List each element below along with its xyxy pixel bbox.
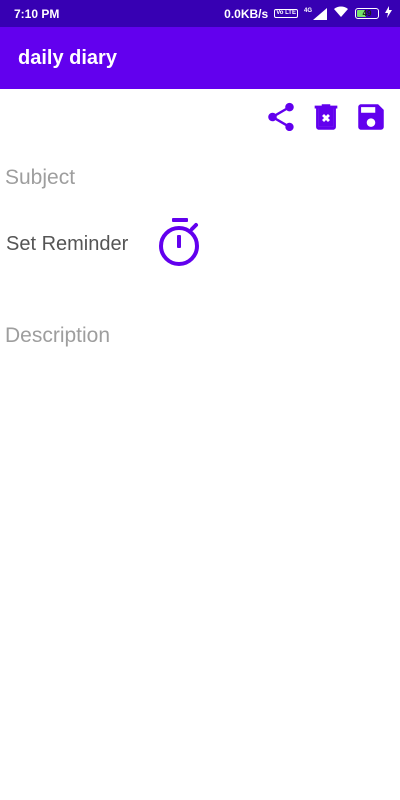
save-icon[interactable] [354, 100, 388, 134]
timer-icon[interactable] [156, 216, 204, 268]
volte-badge: Vo LTE [274, 9, 298, 18]
status-bar: 7:10 PM 0.0KB/s Vo LTE 4G 49 [0, 0, 400, 27]
delete-icon[interactable] [309, 100, 343, 134]
description-input[interactable]: Description [5, 324, 110, 348]
battery-level: 49 [362, 9, 372, 18]
app-bar: daily diary [0, 27, 400, 89]
wifi-icon [333, 6, 349, 21]
subject-input[interactable]: Subject [5, 166, 75, 190]
network-speed: 0.0KB/s [224, 6, 269, 21]
signal-badge: 4G [303, 7, 312, 14]
set-reminder-label: Set Reminder [6, 233, 129, 255]
status-time: 7:10 PM [14, 6, 60, 21]
status-indicators: 0.0KB/s Vo LTE 4G 49 [224, 6, 392, 21]
charging-icon [385, 6, 392, 21]
signal-icon: 4G [303, 7, 327, 20]
battery-icon: 49 [355, 8, 379, 19]
share-icon[interactable] [264, 100, 298, 134]
app-title: daily diary [18, 46, 117, 69]
